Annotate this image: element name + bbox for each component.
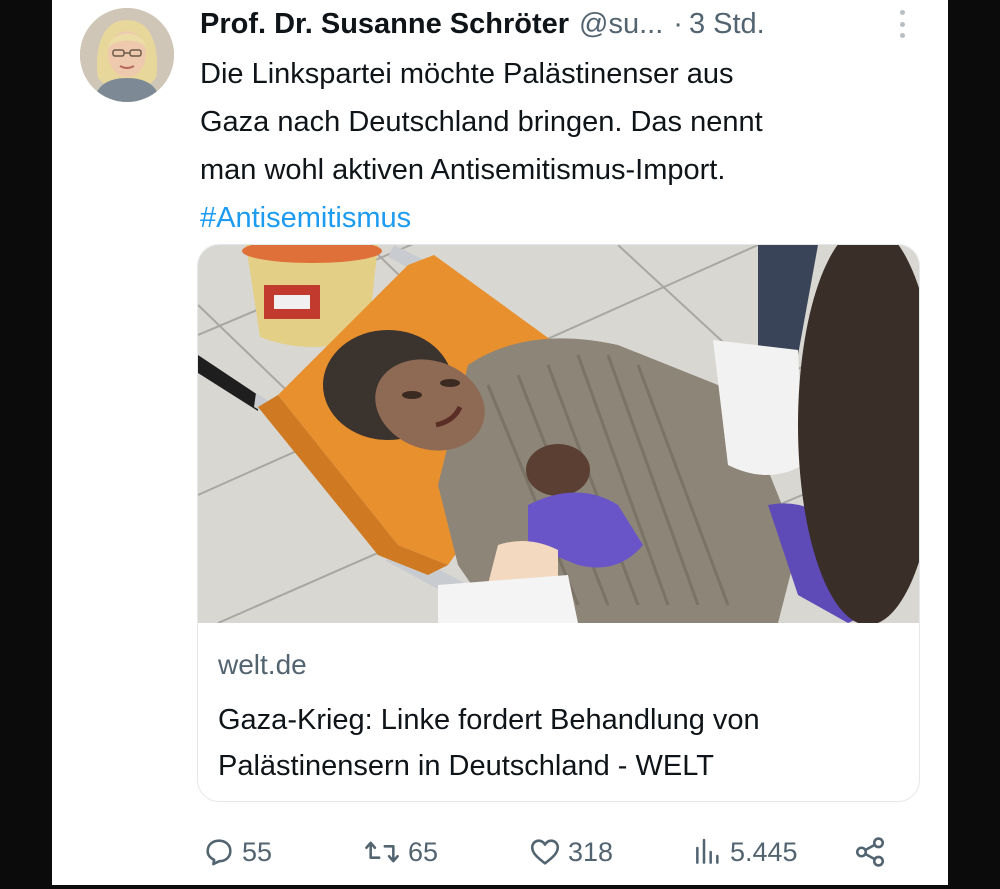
author-avatar[interactable] [80,8,174,102]
reply-count: 55 [242,836,273,867]
tweet-text-line: Die Linkspartei möchte Palästinenser aus [200,58,734,90]
author-name[interactable]: Prof. Dr. Susanne Schröter [200,8,569,41]
reply-icon [202,835,242,869]
reply-button[interactable]: 55 [202,832,272,872]
repost-icon [362,835,408,869]
repost-count: 65 [408,836,439,867]
link-title: Gaza-Krieg: Linke fordert Behandlung von… [218,704,760,782]
tweet-text-line: Gaza nach Deutschland bringen. Das nennt [200,106,763,138]
separator-dot: · [673,7,683,40]
tweet-header: Prof. Dr. Susanne Schröter @su... · 3 St… [200,4,765,44]
share-icon [852,835,894,869]
share-button[interactable] [852,832,894,872]
article-photo [198,245,919,623]
author-handle[interactable]: @su... [579,8,663,41]
views-icon [692,835,730,869]
like-button[interactable]: 318 [528,832,613,872]
repost-button[interactable]: 65 [362,832,438,872]
tweet-text: Die Linkspartei möchte Palästinenser aus… [200,50,900,242]
like-count: 318 [568,836,614,867]
timestamp[interactable]: 3 Std. [689,8,765,41]
hashtag-link[interactable]: #Antisemitismus [200,194,900,242]
like-icon [528,835,568,869]
tweet-text-line: man wohl aktiven Antisemitismus-Import. [200,154,726,186]
views-count: 5.445 [730,836,798,867]
link-preview-card[interactable]: welt.de Gaza-Krieg: Linke fordert Behand… [197,244,920,802]
tweet-actions: 55 65 318 5.445 [200,832,900,872]
link-domain: welt.de [218,649,307,680]
more-vertical-icon[interactable] [892,8,912,40]
views-button[interactable]: 5.445 [692,832,798,872]
